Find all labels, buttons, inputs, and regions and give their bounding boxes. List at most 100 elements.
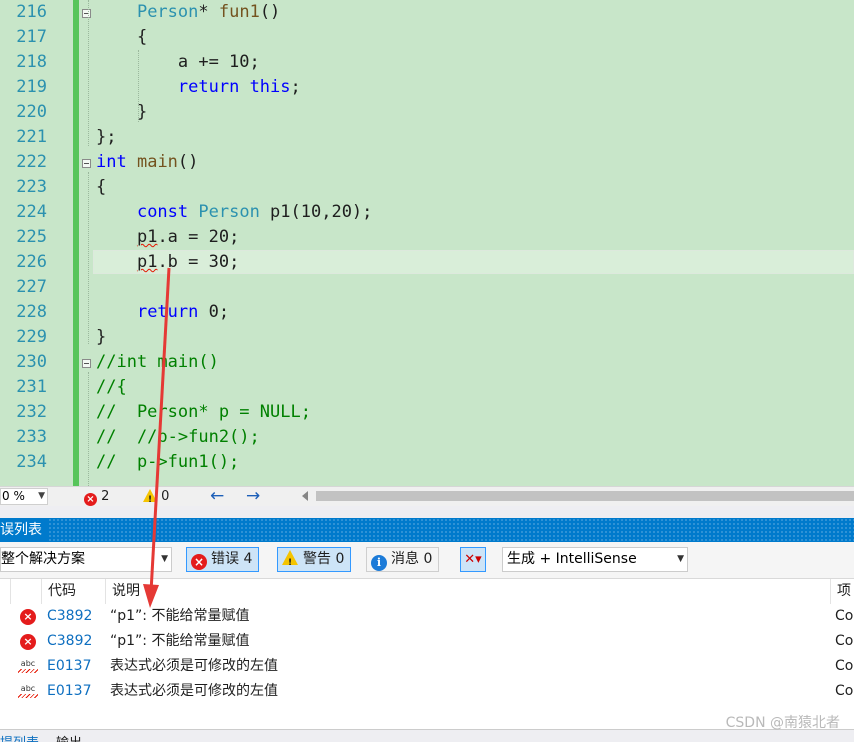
chevron-down-icon: ▼ xyxy=(38,491,45,501)
scope-dropdown[interactable]: 整个解决方案 ▼ xyxy=(0,547,172,572)
error-description: 表达式必须是可修改的左值 xyxy=(110,683,278,699)
intellisense-error-icon: abc xyxy=(18,659,38,675)
code-line[interactable]: { xyxy=(96,175,106,200)
warning-count-indicator[interactable]: ! 0 xyxy=(143,488,169,506)
column-header-icon[interactable] xyxy=(10,579,41,604)
code-token: p1(10,20); xyxy=(259,202,373,222)
messages-filter-button[interactable]: i 消息 0 xyxy=(366,547,440,572)
scope-value: 整个解决方案 xyxy=(1,551,85,567)
column-header-description[interactable]: 说明 xyxy=(105,579,830,604)
error-list-title-bar[interactable]: 误列表 xyxy=(0,518,854,542)
zoom-dropdown[interactable]: 0 % ▼ xyxy=(0,488,48,505)
code-line[interactable]: // //p->fun2(); xyxy=(96,425,260,450)
error-count: 2 xyxy=(101,489,110,504)
error-count-indicator[interactable]: × 2 xyxy=(84,488,109,506)
code-line[interactable]: int main() xyxy=(96,150,198,175)
chevron-down-icon: ▼ xyxy=(677,554,684,564)
header-spacer xyxy=(0,579,10,604)
code-token: { xyxy=(96,27,148,47)
navigate-forward-icon[interactable]: → xyxy=(246,487,260,505)
error-row[interactable]: abc E0137 表达式必须是可修改的左值 Co xyxy=(0,654,854,679)
code-token: .b = 30; xyxy=(157,252,240,272)
code-token: { xyxy=(96,177,107,197)
error-icon: × xyxy=(20,609,36,625)
code-editor[interactable]: 216 217 218 219 220 221 222 223 224 225 226 227 228 2… xyxy=(0,0,854,486)
fold-toggle-icon[interactable] xyxy=(82,159,91,168)
line-number: 232 xyxy=(16,402,47,422)
chevron-down-icon: ▼ xyxy=(161,554,168,564)
code-token: ; xyxy=(290,77,301,97)
line-number: 216 xyxy=(16,2,47,22)
code-token: int xyxy=(96,152,127,172)
code-token: // p->fun1(); xyxy=(96,452,240,472)
error-project: Co xyxy=(835,633,854,649)
warning-icon: ! xyxy=(282,550,298,568)
line-number: 223 xyxy=(16,177,47,197)
code-token: // Person* p = NULL; xyxy=(96,402,311,422)
scrollbar-thumb[interactable] xyxy=(316,491,854,501)
code-token: return xyxy=(177,77,240,97)
code-line[interactable]: Person* fun1() xyxy=(96,0,280,25)
code-token: a += 10; xyxy=(96,52,260,72)
error-code-link[interactable]: E0137 xyxy=(47,679,91,704)
error-row[interactable]: × C3892 “p1”: 不能给常量赋值 Co xyxy=(0,629,854,654)
code-line[interactable]: } xyxy=(96,100,147,125)
code-line[interactable]: a += 10; xyxy=(96,50,260,75)
code-line[interactable]: return 0; xyxy=(96,300,229,325)
error-project: Co xyxy=(835,608,854,624)
errors-filter-button[interactable]: × 错误 4 xyxy=(186,547,260,572)
code-line[interactable]: //{ xyxy=(96,375,127,400)
error-row[interactable]: × C3892 “p1”: 不能给常量赋值 Co xyxy=(0,604,854,629)
error-row[interactable]: abc E0137 表达式必须是可修改的左值 Co xyxy=(0,679,854,704)
scroll-left-icon[interactable] xyxy=(302,491,308,501)
code-line[interactable]: }; xyxy=(96,125,116,150)
code-line[interactable]: const Person p1(10,20); xyxy=(96,200,372,225)
column-header-code[interactable]: 代码 xyxy=(41,579,105,604)
line-number: 217 xyxy=(16,27,47,47)
error-description: 表达式必须是可修改的左值 xyxy=(110,658,278,674)
code-token: Person xyxy=(136,2,199,22)
code-line[interactable]: p1.a = 20; xyxy=(96,225,239,250)
code-line[interactable]: // Person* p = NULL; xyxy=(96,400,311,425)
error-icon: × xyxy=(84,493,97,506)
code-token: const xyxy=(136,202,189,222)
errors-filter-label: 错误 4 xyxy=(211,551,253,567)
warning-count: 0 xyxy=(161,489,170,504)
code-line[interactable]: { xyxy=(96,25,147,50)
horizontal-scrollbar[interactable] xyxy=(302,490,854,502)
code-line[interactable]: //int main() xyxy=(96,350,219,375)
error-description: “p1”: 不能给常量赋值 xyxy=(110,633,250,649)
error-code-link[interactable]: E0137 xyxy=(47,654,91,679)
code-line[interactable]: } xyxy=(96,325,106,350)
navigate-back-icon[interactable]: ← xyxy=(210,487,224,505)
warnings-filter-button[interactable]: ! 警告 0 xyxy=(277,547,352,572)
column-header-project[interactable]: 项目 xyxy=(830,579,854,624)
error-code-link[interactable]: C3892 xyxy=(47,604,92,629)
error-code-link[interactable]: C3892 xyxy=(47,629,92,654)
warning-icon: ! xyxy=(143,489,157,505)
line-number: 233 xyxy=(16,427,47,447)
line-number: 224 xyxy=(16,202,47,222)
code-line[interactable]: p1.b = 30; xyxy=(96,250,239,275)
fold-toggle-icon[interactable] xyxy=(82,9,91,18)
code-line[interactable]: return this; xyxy=(96,75,301,100)
code-line[interactable]: // p->fun1(); xyxy=(96,450,239,475)
filter-toggle-button[interactable]: ✕▾ xyxy=(460,547,486,572)
indent-guide xyxy=(88,172,89,344)
build-intellisense-dropdown[interactable]: 生成 + IntelliSense ▼ xyxy=(502,547,688,572)
code-token: //{ xyxy=(96,377,127,397)
line-number: 231 xyxy=(16,377,47,397)
editor-status-strip: 0 % ▼ × 2 ! 0 ← → xyxy=(0,486,854,507)
error-description: “p1”: 不能给常量赋值 xyxy=(110,608,250,624)
panel-separator xyxy=(0,506,854,518)
warnings-filter-label: 警告 0 xyxy=(303,551,345,567)
fold-toggle-icon[interactable] xyxy=(82,359,91,368)
code-token: } xyxy=(96,327,107,347)
intellisense-error-icon: abc xyxy=(18,684,38,700)
